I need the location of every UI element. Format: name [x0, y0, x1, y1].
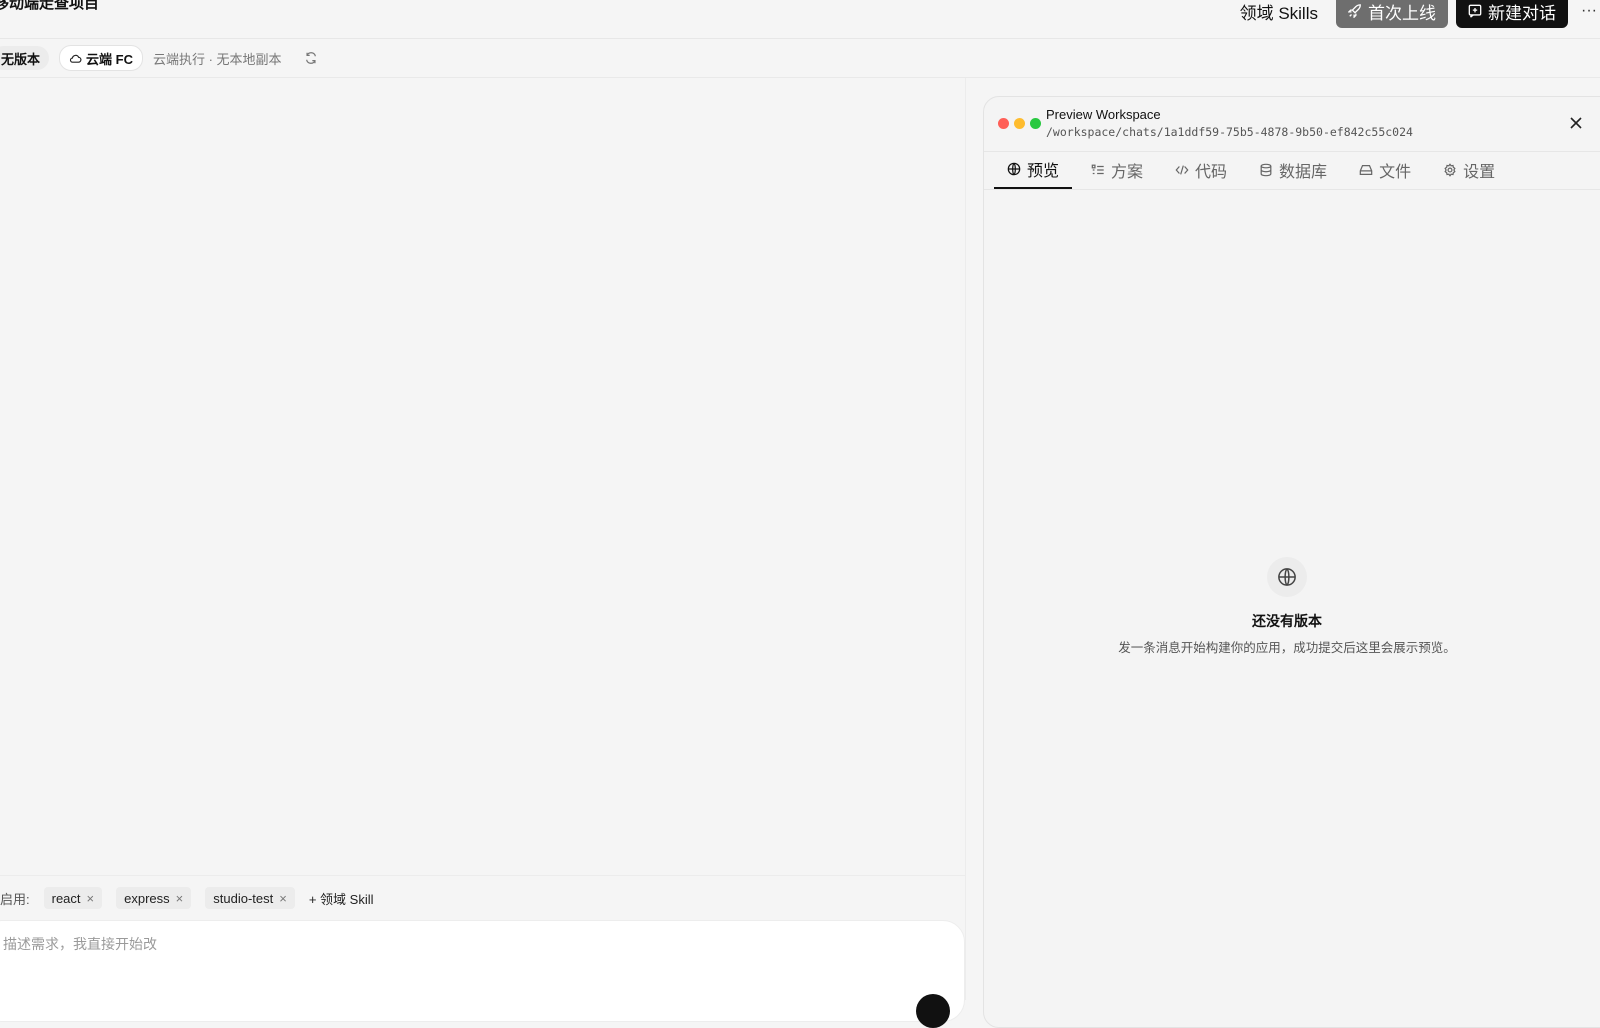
remove-skill-icon[interactable]: × [279, 891, 287, 906]
tab-label: 设置 [1463, 164, 1496, 181]
workspace-path: /workspace/chats/1a1ddf59-75b5-4878-9b50… [1046, 125, 1413, 139]
tab-label: 方案 [1111, 164, 1144, 181]
gear-icon [1444, 163, 1456, 177]
new-chat-label: 新建对话 [1488, 3, 1556, 23]
drive-icon [1359, 165, 1373, 175]
yellow-dot-icon [1014, 118, 1025, 129]
red-dot-icon [998, 118, 1009, 129]
tab-label: 文件 [1379, 164, 1412, 181]
send-button[interactable] [916, 994, 950, 1028]
skill-tag-label: studio-test [213, 890, 274, 906]
tab-preview[interactable]: 预览 [994, 151, 1073, 189]
domain-skills-link[interactable]: 领域 Skills [1240, 0, 1318, 24]
skill-tag-studio-test: studio-test × [205, 887, 295, 909]
top-bar: 移动端走查项目 领域 Skills 首次上线 新建对话 ··· [0, 0, 1600, 39]
new-chat-icon [1468, 4, 1482, 18]
globe-icon [1278, 568, 1296, 586]
version-chip[interactable]: 无版本 [0, 46, 50, 70]
version-chip-label: 无版本 [1, 51, 41, 67]
tab-plan[interactable]: 方案 [1078, 151, 1156, 189]
runtime-chip-label: 云端 FC [86, 51, 133, 67]
empty-state-icon-wrap [1267, 557, 1307, 597]
remove-skill-icon[interactable]: × [87, 891, 95, 906]
close-icon[interactable] [1569, 116, 1583, 130]
tab-settings[interactable]: 设置 [1430, 151, 1508, 189]
tab-label: 代码 [1195, 164, 1228, 181]
skills-divider [0, 875, 965, 876]
code-icon [1175, 165, 1189, 175]
enabled-skills-bar: 启用: react × express × studio-test × + 领域… [0, 886, 373, 910]
database-icon [1260, 163, 1272, 177]
message-composer [0, 920, 965, 1028]
skill-tag-label: express [124, 890, 170, 906]
message-input[interactable] [1, 935, 705, 953]
refresh-icon[interactable] [304, 50, 320, 66]
empty-state-title: 还没有版本 [1252, 613, 1322, 629]
first-launch-label: 首次上线 [1368, 3, 1436, 23]
first-launch-button[interactable]: 首次上线 [1336, 0, 1448, 28]
chat-pane [0, 78, 965, 1000]
skill-tag-label: react [51, 890, 81, 906]
empty-state-subtitle: 发一条消息开始构建你的应用，成功提交后这里会展示预览。 [1118, 641, 1456, 655]
runtime-note: 云端执行 · 无本地副本 [152, 51, 282, 67]
preview-tabs: 预览 方案 代码 数据库 文件 设置 [994, 151, 1514, 189]
preview-workspace-panel: Preview Workspace /workspace/chats/1a1dd… [983, 96, 1600, 1028]
cloud-icon [69, 54, 82, 63]
pane-divider [965, 78, 966, 1000]
enabled-skills-label: 启用: [0, 891, 30, 907]
rocket-icon [1348, 4, 1361, 18]
top-actions: 领域 Skills 首次上线 新建对话 ··· [1240, 0, 1600, 28]
globe-icon [1007, 162, 1021, 176]
preview-title: Preview Workspace [1046, 107, 1161, 122]
tab-label: 预览 [1027, 163, 1060, 180]
window-controls [998, 118, 1041, 129]
remove-skill-icon[interactable]: × [176, 891, 184, 906]
tab-files[interactable]: 文件 [1346, 151, 1424, 189]
runtime-chip[interactable]: 云端 FC [59, 45, 143, 71]
new-chat-button[interactable]: 新建对话 [1456, 0, 1568, 28]
skill-tag-react: react × [43, 887, 103, 909]
list-icon [1091, 164, 1104, 175]
tab-code[interactable]: 代码 [1162, 151, 1240, 189]
more-options-icon[interactable]: ··· [1578, 2, 1600, 20]
tabs-divider [984, 189, 1600, 190]
tab-label: 数据库 [1279, 164, 1328, 181]
add-domain-skill-button[interactable]: + 领域 Skill [309, 889, 374, 908]
status-toolbar: 无版本 云端 FC 云端执行 · 无本地副本 [0, 39, 1600, 78]
skill-tag-express: express × [116, 887, 192, 909]
tab-database[interactable]: 数据库 [1246, 151, 1340, 189]
project-title: 移动端走查项目 [0, 0, 100, 12]
green-dot-icon [1030, 118, 1041, 129]
preview-header: Preview Workspace /workspace/chats/1a1dd… [984, 97, 1600, 152]
